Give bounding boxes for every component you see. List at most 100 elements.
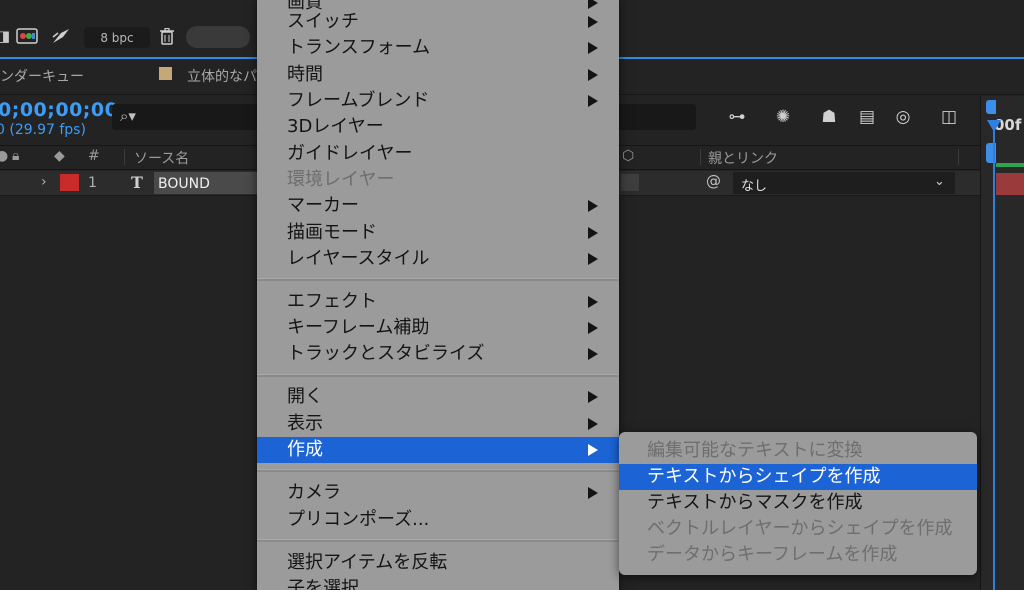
column-divider [124, 149, 125, 165]
layer-number: 1 [88, 175, 97, 191]
3d-layer-column-icon: ⬡ [622, 148, 635, 164]
menu-item-label: フレームブレンド [287, 90, 430, 111]
submenu-arrow-icon [588, 227, 598, 239]
menu-item-reveal[interactable]: 表示 [257, 411, 619, 437]
bit-depth-button[interactable]: 8 bpc [84, 27, 150, 48]
shy-layers-icon[interactable]: ☗ [816, 105, 842, 129]
menu-item-blending-mode[interactable]: 描画モード [257, 220, 619, 246]
submenu-arrow-icon [588, 16, 598, 28]
menu-item-label: 選択アイテムを反転 [287, 552, 448, 573]
menu-item-pre-compose[interactable]: プリコンポーズ... [257, 507, 619, 533]
column-divider [958, 149, 959, 165]
label-tag-icon[interactable]: ◆ [54, 148, 65, 164]
menu-item-label: 表示 [287, 413, 323, 434]
submenu-item-label: テキストからシェイプを作成 [647, 466, 881, 487]
parent-value: なし [741, 179, 768, 194]
menu-item-label: 3Dレイヤー [287, 116, 384, 137]
submenu-arrow-icon [588, 95, 598, 107]
menu-item-switches[interactable]: スイッチ [257, 9, 619, 35]
menu-separator [257, 539, 619, 542]
column-parent-link[interactable]: 親とリンク [708, 148, 778, 168]
composition-flowchart-icon[interactable]: ⊶ [724, 105, 750, 129]
column-divider [700, 149, 701, 165]
current-timecode[interactable]: 0;00;00;00 [0, 99, 118, 121]
menu-separator [257, 469, 619, 472]
menu-item-select-children[interactable]: 子を選択 [257, 576, 619, 590]
lock-icon[interactable]: 🔒︎ [12, 148, 19, 164]
frame-blending-icon[interactable]: ▤ [854, 105, 880, 129]
submenu-arrow-icon [588, 0, 598, 9]
draft-3d-icon[interactable]: ✺ [770, 105, 796, 129]
menu-separator [257, 278, 619, 281]
menu-item-label: トランスフォーム [287, 37, 431, 58]
trash-icon[interactable] [156, 26, 178, 46]
create-submenu: 編集可能なテキストに変換 テキストからシェイプを作成 テキストからマスクを作成 … [619, 432, 977, 575]
menu-item-markers[interactable]: マーカー [257, 193, 619, 219]
submenu-arrow-icon [588, 200, 598, 212]
work-area-bar [996, 163, 1024, 167]
layer-duration-bar[interactable] [996, 173, 1024, 195]
timeline-panel [980, 96, 1024, 590]
menu-item-create[interactable]: 作成 [257, 437, 619, 463]
menu-item-label: レイヤースタイル [287, 248, 430, 269]
column-source-name[interactable]: ソース名 [134, 148, 189, 168]
submenu-arrow-icon [588, 253, 598, 265]
menu-item-label: エフェクト [287, 291, 377, 312]
submenu-arrow-icon [588, 444, 598, 456]
frame-rate-label: 0 (29.97 fps) [0, 122, 86, 138]
submenu-item-label: 編集可能なテキストに変換 [647, 440, 863, 461]
text-layer-icon: T [131, 173, 143, 192]
graph-editor-icon[interactable]: ◫ [936, 105, 962, 129]
menu-item-effects[interactable]: エフェクト [257, 289, 619, 315]
label-color-swatch[interactable] [60, 174, 79, 191]
toggle-icon[interactable]: ◨ [0, 26, 14, 46]
work-area-start-marker[interactable] [986, 100, 996, 114]
layer-name[interactable]: BOUND [158, 176, 210, 192]
submenu-arrow-icon [588, 296, 598, 308]
column-number: # [88, 148, 100, 164]
chevron-right-icon[interactable]: › [41, 174, 47, 190]
submenu-item-create-shapes-from-text[interactable]: テキストからシェイプを作成 [619, 464, 977, 490]
comp-color-swatch [159, 67, 172, 80]
pick-whip-icon[interactable]: @ [706, 172, 721, 190]
playhead-handle[interactable] [987, 120, 1001, 132]
toolbar-pill[interactable] [186, 26, 250, 48]
menu-item-layer-styles[interactable]: レイヤースタイル [257, 246, 619, 272]
menu-item-label: 作成 [287, 439, 323, 460]
menu-item-time[interactable]: 時間 [257, 62, 619, 88]
menu-item-label: カメラ [287, 482, 341, 503]
submenu-arrow-icon [588, 418, 598, 430]
tab-composition[interactable]: 立体的なパ [187, 66, 257, 86]
menu-item-keyframe-assistant[interactable]: キーフレーム補助 [257, 315, 619, 341]
menu-item-open[interactable]: 開く [257, 384, 619, 410]
menu-item-frame-blend[interactable]: フレームブレンド [257, 88, 619, 114]
menu-item-3d-layer[interactable]: 3Dレイヤー [257, 114, 619, 140]
submenu-arrow-icon [588, 348, 598, 360]
layer-context-menu: 画質 スイッチ トランスフォーム 時間 フレームブレンド 3Dレイヤー ガイドレ… [257, 0, 619, 590]
submenu-item-create-masks-from-text[interactable]: テキストからマスクを作成 [619, 490, 977, 516]
chevron-down-icon[interactable]: ⌄ [934, 174, 945, 189]
submenu-item-convert-to-editable-text: 編集可能なテキストに変換 [619, 438, 977, 464]
menu-item-label: 開く [287, 386, 323, 407]
motion-blur-toggle-icon[interactable]: ◎ [890, 105, 916, 129]
menu-item-transform[interactable]: トランスフォーム [257, 35, 619, 61]
3d-layer-switch[interactable] [621, 174, 639, 191]
search-icon[interactable]: ⌕▾ [120, 107, 136, 125]
menu-item-label: 時間 [287, 64, 323, 85]
menu-item-track-stabilize[interactable]: トラックとスタビライズ [257, 341, 619, 367]
menu-item-guide-layer[interactable]: ガイドレイヤー [257, 141, 619, 167]
motion-blur-icon[interactable] [50, 26, 72, 46]
menu-item-environment-layer: 環境レイヤー [257, 167, 619, 193]
menu-item-label: プリコンポーズ... [287, 509, 430, 530]
menu-item-invert-selection[interactable]: 選択アイテムを反転 [257, 550, 619, 576]
submenu-arrow-icon [588, 487, 598, 499]
flowchart-icon[interactable] [16, 26, 38, 46]
submenu-item-create-keyframes-from-data: データからキーフレームを作成 [619, 542, 977, 568]
submenu-item-label: データからキーフレームを作成 [647, 544, 898, 565]
playhead-line[interactable] [993, 128, 995, 590]
submenu-arrow-icon [588, 42, 598, 54]
menu-separator [257, 374, 619, 377]
visibility-column-icon[interactable]: ● [0, 148, 8, 164]
menu-item-camera[interactable]: カメラ [257, 480, 619, 506]
tab-render-queue[interactable]: ンダーキュー [0, 66, 84, 86]
